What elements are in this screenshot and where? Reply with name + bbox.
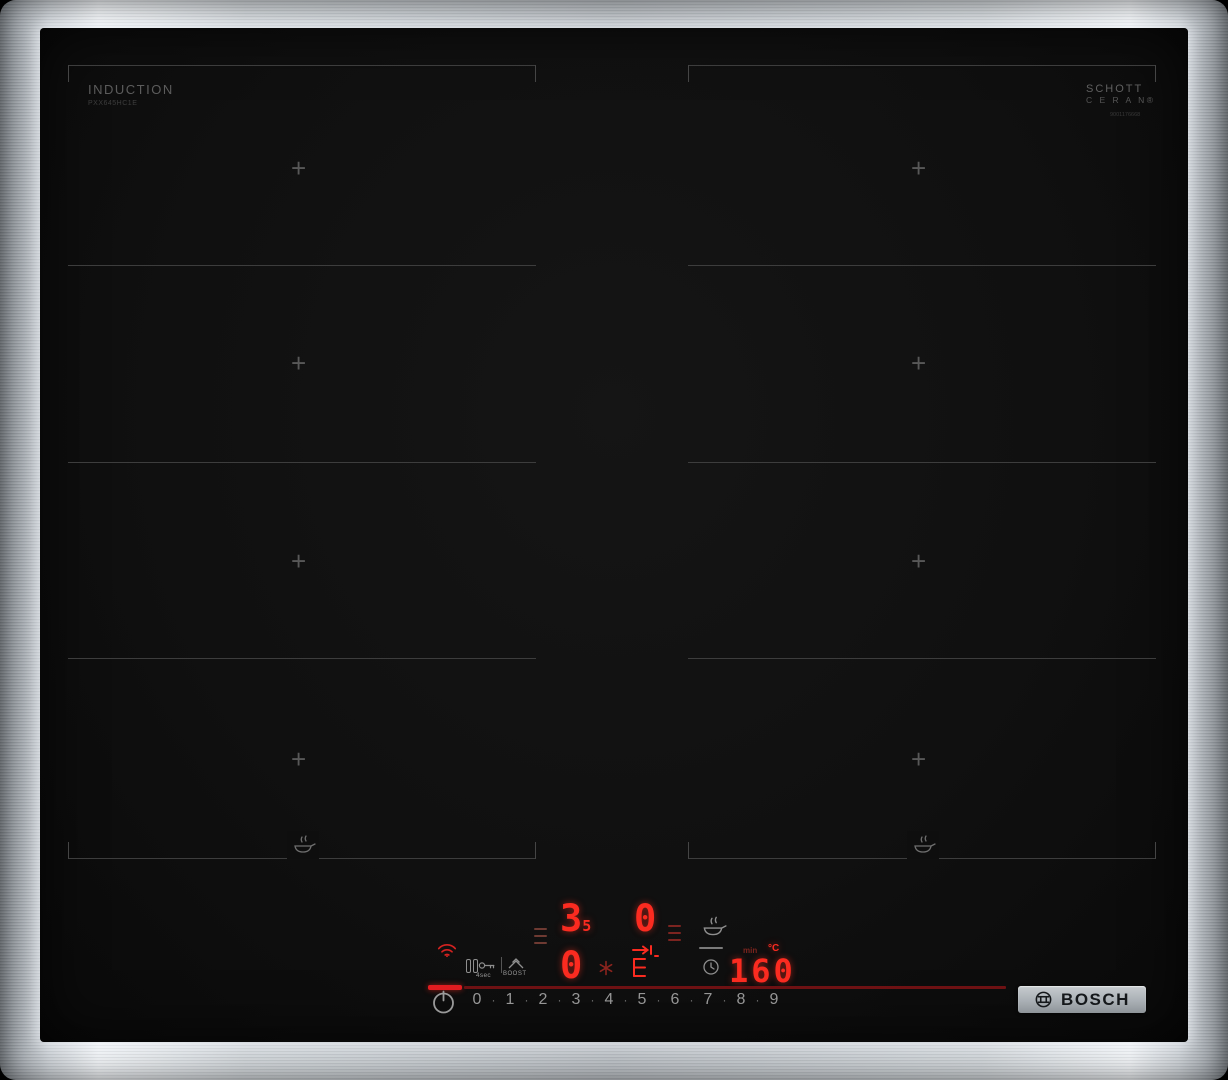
number-dot: · xyxy=(520,993,533,1007)
slider-number-5[interactable]: 5 xyxy=(632,991,652,1009)
zone-plus-marker: + xyxy=(291,746,306,772)
key-lock-icon[interactable] xyxy=(478,960,497,971)
zone-plus-marker: + xyxy=(291,548,306,574)
zone-lines-icon[interactable] xyxy=(668,924,681,944)
number-dot: · xyxy=(685,993,698,1007)
slider-number-2[interactable]: 2 xyxy=(533,991,553,1009)
boost-chevrons-icon[interactable] xyxy=(507,957,525,969)
slider-number-4[interactable]: 4 xyxy=(599,991,619,1009)
bosch-logo-plaque: BOSCH xyxy=(1018,986,1146,1013)
zone-plus-marker: + xyxy=(911,548,926,574)
zone-plus-marker: + xyxy=(291,155,306,181)
flexzone-left-top-stub-l xyxy=(68,65,69,82)
timer-display-top: 0 xyxy=(634,900,656,937)
wifi-icon xyxy=(436,941,458,958)
schott-logo-line2: C E R A N® xyxy=(1086,96,1156,106)
lock-hold-label: 4sec xyxy=(476,972,491,979)
flexzone-left-divider-2 xyxy=(68,462,536,463)
number-dot: · xyxy=(487,993,500,1007)
flexzone-right-bottom-stub-r xyxy=(1155,842,1156,859)
zone-plus-marker: + xyxy=(911,155,926,181)
heat-level-line xyxy=(699,947,723,949)
flexzone-left-divider-1 xyxy=(68,265,536,266)
flexzone-right-top-stub-r xyxy=(1155,65,1156,82)
power-level-display: 35 xyxy=(560,900,591,937)
zone-plus-marker: + xyxy=(911,746,926,772)
temperature-display: 160 xyxy=(729,955,796,987)
pause-icon[interactable] xyxy=(466,959,478,973)
pan-steam-icon xyxy=(907,831,939,859)
timer-display-bottom: 0 xyxy=(560,947,582,984)
flexzone-left-divider-3 xyxy=(68,658,536,659)
slider-number-0[interactable]: 0 xyxy=(467,991,487,1009)
flexzone-right-divider-3 xyxy=(688,658,1156,659)
zone-plus-marker: + xyxy=(291,350,306,376)
zone-plus-marker: + xyxy=(911,350,926,376)
slider-number-3[interactable]: 3 xyxy=(566,991,586,1009)
move-pan-icon xyxy=(630,944,660,978)
flexzone-left-top-line xyxy=(68,65,536,66)
number-dot: · xyxy=(553,993,566,1007)
flexzone-left-bottom-stub-r xyxy=(535,842,536,859)
slider-number-1[interactable]: 1 xyxy=(500,991,520,1009)
flexzone-right-bottom-stub-l xyxy=(688,842,689,859)
induction-cooktop: INDUCTION PXX645HC1E SCHOTT C E R A N® 9… xyxy=(0,0,1228,1080)
zone-lines-icon[interactable] xyxy=(534,927,547,947)
power-level-sub-value: 5 xyxy=(582,917,591,935)
panel-divider xyxy=(501,957,502,973)
slider-number-7[interactable]: 7 xyxy=(698,991,718,1009)
flexzone-right-divider-1 xyxy=(688,265,1156,266)
power-icon[interactable] xyxy=(430,989,457,1016)
slider-track[interactable] xyxy=(464,986,1006,989)
power-level-value: 3 xyxy=(560,897,582,940)
number-dot: · xyxy=(619,993,632,1007)
clock-icon[interactable] xyxy=(702,958,720,976)
star-icon[interactable] xyxy=(598,960,614,976)
slider-number-8[interactable]: 8 xyxy=(731,991,751,1009)
power-level-scale: 0· 1· 2· 3· 4· 5· 6· 7· 8· 9 xyxy=(467,991,784,1009)
number-dot: · xyxy=(586,993,599,1007)
bosch-logo-text: BOSCH xyxy=(1061,990,1130,1010)
slider-number-9[interactable]: 9 xyxy=(764,991,784,1009)
pan-steam-icon xyxy=(287,831,319,859)
flexzone-left-top-stub-r xyxy=(535,65,536,82)
flexzone-right-top-stub-l xyxy=(688,65,689,82)
flexzone-right-divider-2 xyxy=(688,462,1156,463)
flexzone-left-bottom-stub-l xyxy=(68,842,69,859)
induction-label: INDUCTION xyxy=(88,82,174,97)
bosch-armature-icon xyxy=(1034,990,1053,1009)
pan-steam-icon[interactable] xyxy=(699,915,727,939)
model-number: PXX645HC1E xyxy=(88,100,137,107)
schott-part-number: 9001176668 xyxy=(1110,112,1140,118)
number-dot: · xyxy=(652,993,665,1007)
slider-number-6[interactable]: 6 xyxy=(665,991,685,1009)
schott-logo-line1: SCHOTT xyxy=(1086,83,1156,96)
number-dot: · xyxy=(751,993,764,1007)
ceran-glass-surface xyxy=(40,28,1188,1042)
flexzone-right-top-line xyxy=(688,65,1156,66)
boost-label: BOOST xyxy=(503,971,527,977)
number-dot: · xyxy=(718,993,731,1007)
